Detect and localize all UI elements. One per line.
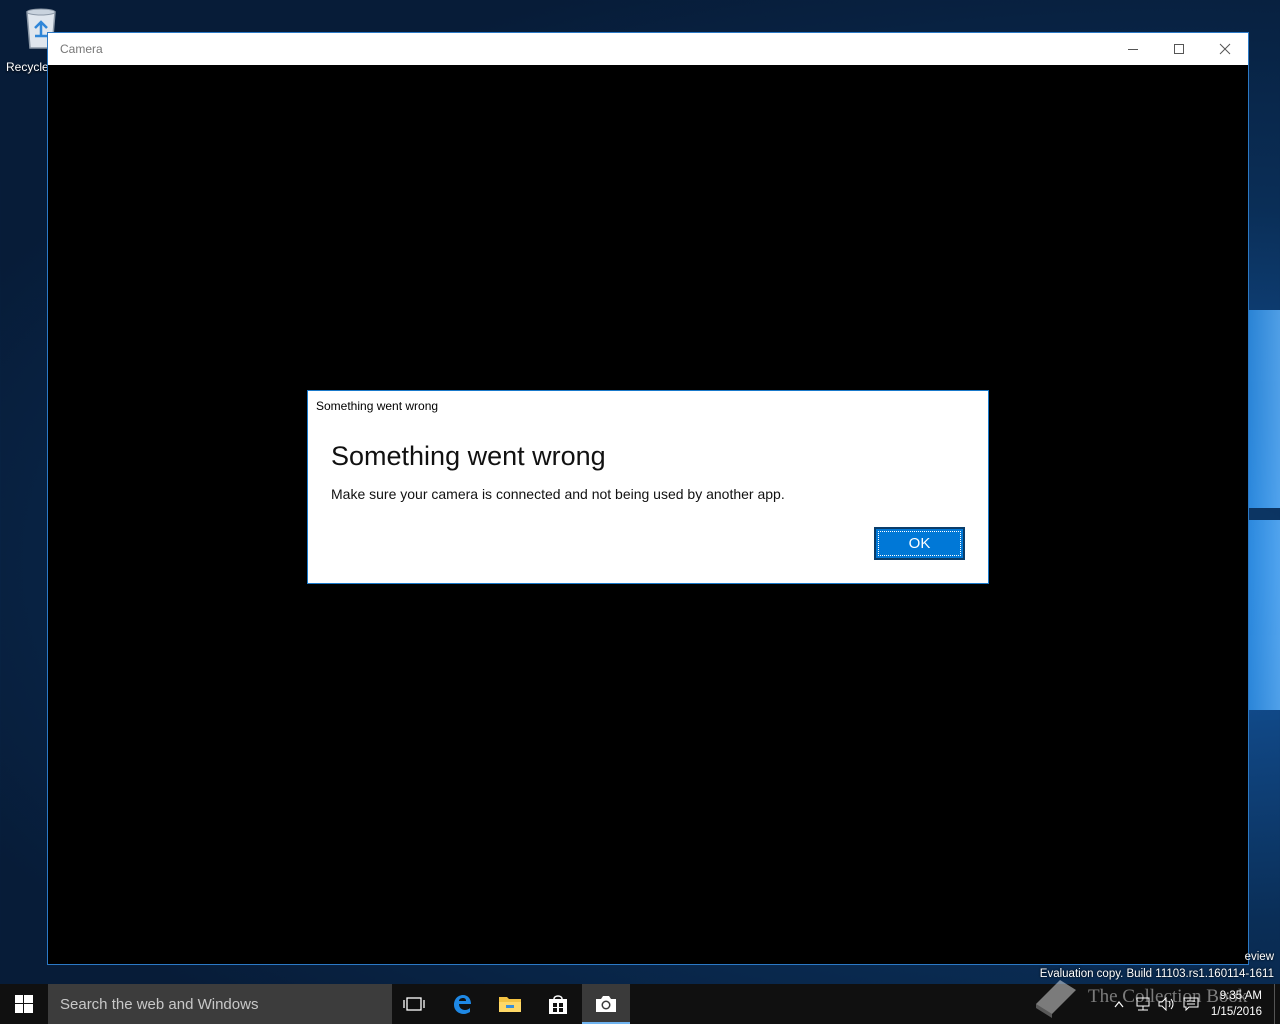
task-view-button[interactable] [390, 984, 438, 1024]
brand-overlay: The Collection Book [1030, 974, 1247, 1020]
brand-text: The Collection Book [1088, 986, 1248, 1007]
window-titlebar[interactable]: Camera [48, 33, 1248, 65]
file-explorer-taskbar-button[interactable] [486, 984, 534, 1024]
maximize-icon [1174, 44, 1184, 54]
desktop-wallpaper-logo [1248, 310, 1280, 710]
maximize-button[interactable] [1156, 33, 1202, 65]
camera-icon [596, 996, 616, 1012]
close-button[interactable] [1202, 33, 1248, 65]
windows-logo-icon [15, 995, 33, 1013]
edge-icon [454, 995, 471, 1014]
folder-icon [499, 997, 521, 1012]
store-icon [549, 995, 567, 1014]
book-logo-icon [1036, 980, 1076, 1018]
dialog-title: Something went wrong [316, 399, 439, 413]
task-view-icon [403, 997, 425, 1011]
minimize-button[interactable] [1110, 33, 1156, 65]
close-icon [1219, 43, 1231, 55]
camera-taskbar-button[interactable] [582, 984, 630, 1024]
start-button[interactable] [0, 984, 48, 1024]
watermark-line1: eview [1244, 951, 1274, 963]
window-title: Camera [60, 42, 103, 56]
store-taskbar-button[interactable] [534, 984, 582, 1024]
search-box[interactable]: Search the web and Windows [48, 984, 392, 1024]
dialog-heading: Something went wrong [331, 441, 606, 471]
error-dialog: Something went wrong Something went wron… [307, 390, 989, 584]
show-desktop-button[interactable] [1274, 984, 1280, 1024]
minimize-icon [1128, 49, 1138, 50]
dialog-message: Make sure your camera is connected and n… [331, 486, 785, 502]
edge-taskbar-button[interactable] [438, 984, 486, 1024]
ok-button[interactable]: OK [874, 527, 965, 560]
